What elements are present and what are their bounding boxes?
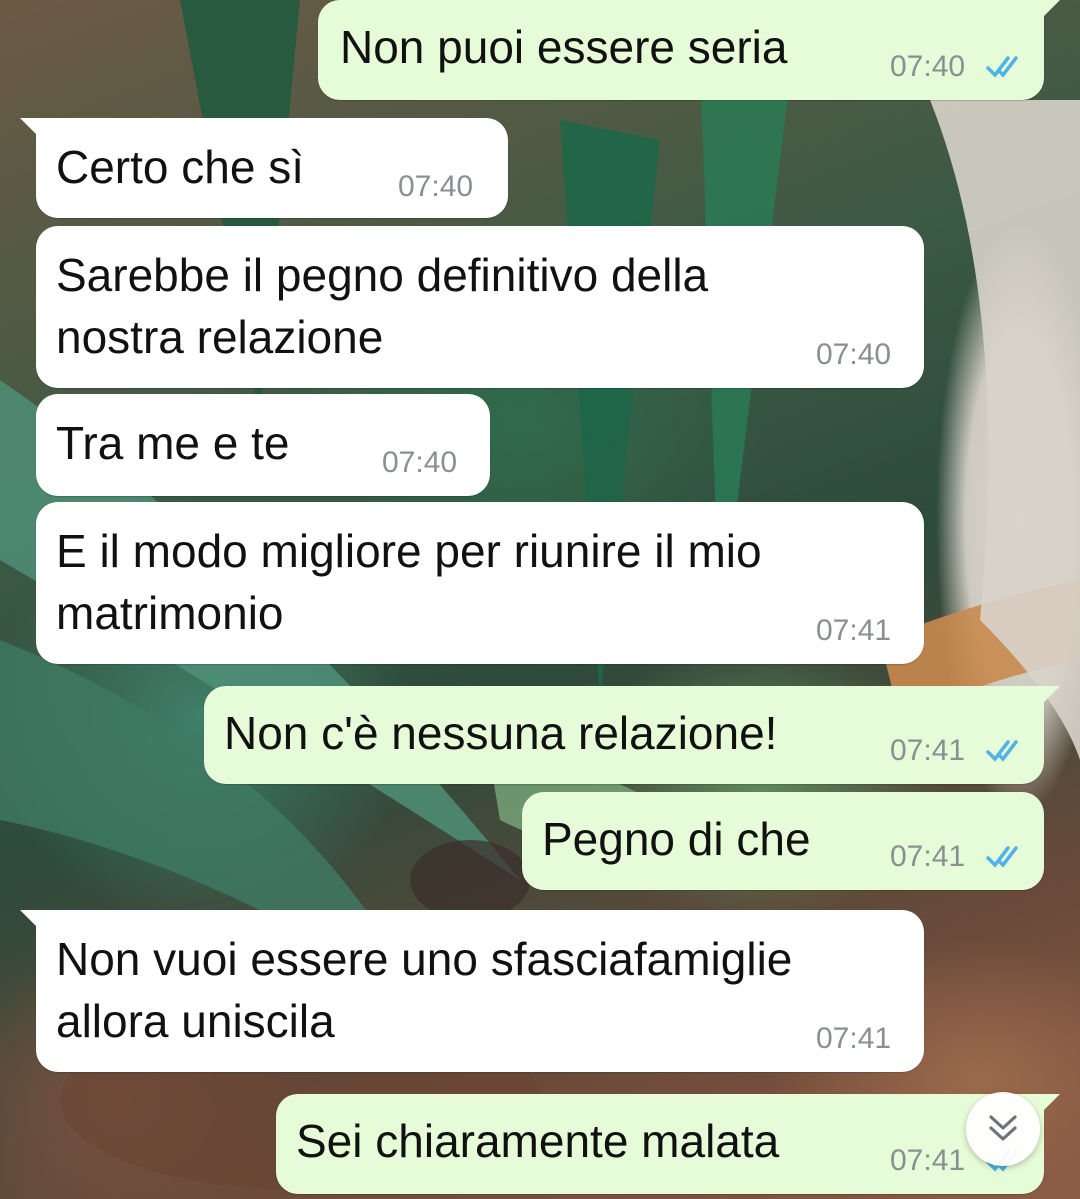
message-bubble-incoming[interactable]: E il modo migliore per riunire il mio ma… [36,502,924,664]
message-bubble-outgoing[interactable]: Non c'è nessuna relazione! 07:41 [204,686,1060,784]
message-bubble-outgoing[interactable]: Sei chiaramente malata 07:41 [276,1094,1060,1194]
message-text: Sarebbe il pegno definitivo della nostra… [56,249,709,363]
message-list[interactable]: Non puoi essere seria 07:40 Certo che sì… [0,0,1080,1199]
message-timestamp: 07:41 [890,840,966,873]
message-timestamp: 07:40 [382,446,458,479]
message-timestamp: 07:41 [890,734,966,767]
message-timestamp: 07:40 [816,338,892,371]
message-timestamp: 07:40 [398,170,474,203]
message-text: Sei chiaramente malata [296,1115,780,1167]
message-bubble-incoming[interactable]: Non vuoi essere uno sfasciafamiglie allo… [20,910,924,1072]
message-bubble-outgoing[interactable]: Pegno di che 07:41 [522,792,1044,890]
message-timestamp: 07:41 [890,1144,966,1177]
scroll-to-bottom-button[interactable] [966,1092,1040,1166]
message-text: Pegno di che [542,813,811,865]
message-timestamp: 07:41 [816,614,892,647]
read-ticks-icon [986,846,1018,868]
message-bubble-incoming[interactable]: Certo che sì 07:40 [20,118,508,218]
message-text: Tra me e te [56,417,290,469]
message-text: Certo che sì [56,141,304,193]
message-bubble-incoming[interactable]: Tra me e te 07:40 [36,394,490,496]
message-bubble-incoming[interactable]: Sarebbe il pegno definitivo della nostra… [36,226,924,388]
message-bubble-outgoing[interactable]: Non puoi essere seria 07:40 [318,0,1060,100]
message-text: Non c'è nessuna relazione! [224,707,778,759]
read-ticks-icon [986,56,1018,78]
message-timestamp: 07:41 [816,1022,892,1055]
message-text: Non vuoi essere uno sfasciafamiglie allo… [56,933,793,1047]
message-text: E il modo migliore per riunire il mio ma… [56,525,762,639]
read-ticks-icon [986,740,1018,762]
double-chevron-down-icon [989,1115,1017,1141]
message-timestamp: 07:40 [890,50,966,83]
message-text: Non puoi essere seria [340,21,788,73]
